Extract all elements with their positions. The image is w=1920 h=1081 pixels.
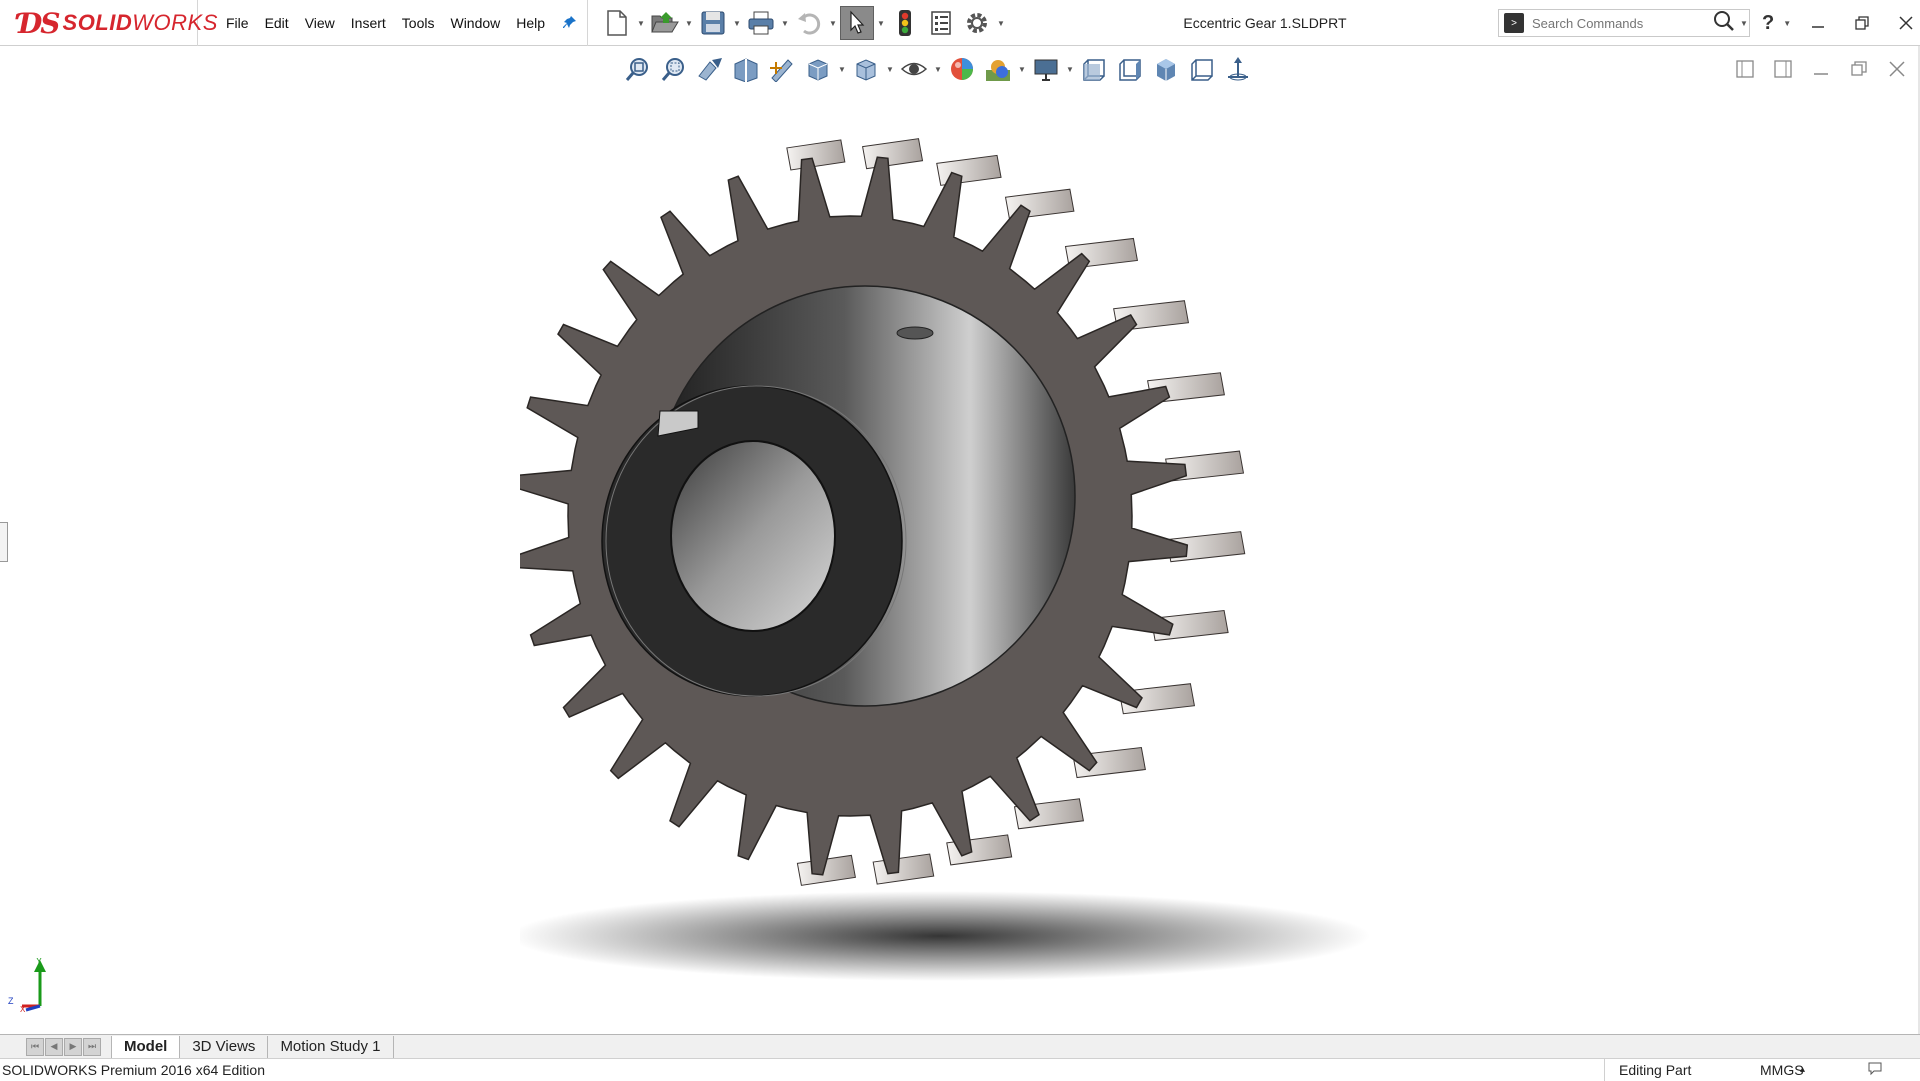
- triad-x-label: X: [20, 1005, 26, 1012]
- restore-document-icon[interactable]: [1846, 56, 1872, 82]
- first-tab-icon[interactable]: ⏮: [26, 1037, 44, 1056]
- normal-to-icon[interactable]: [1186, 53, 1218, 85]
- select-dropdown-icon[interactable]: ▼: [876, 6, 886, 40]
- ds-logo-mark: ƊS: [18, 6, 60, 40]
- rebuild-icon[interactable]: [888, 6, 922, 40]
- save-dropdown-icon[interactable]: ▼: [732, 6, 742, 40]
- previous-tab-icon[interactable]: ◀: [45, 1037, 63, 1056]
- gear-tooth-side: [872, 853, 935, 885]
- minimize-document-icon[interactable]: [1808, 56, 1834, 82]
- triad-z-label: Z: [8, 996, 14, 1006]
- title-bar: ƊS SOLIDWORKS File Edit View Insert Tool…: [0, 0, 1920, 46]
- options-dropdown-icon[interactable]: ▼: [996, 6, 1006, 40]
- editing-mode: Editing Part: [1604, 1058, 1720, 1081]
- right-view-icon[interactable]: [1114, 53, 1146, 85]
- new-dropdown-icon[interactable]: ▼: [636, 6, 646, 40]
- dynamic-annotation-icon[interactable]: [766, 53, 798, 85]
- apply-scene-icon[interactable]: [982, 53, 1014, 85]
- menu-insert[interactable]: Insert: [343, 11, 394, 35]
- view-orientation-dropdown-icon[interactable]: ▼: [838, 65, 846, 74]
- hide-show-dropdown-icon[interactable]: ▼: [934, 65, 942, 74]
- command-prompt-icon: >: [1504, 13, 1524, 33]
- gear-tooth-side: [786, 139, 846, 171]
- undo-icon[interactable]: [792, 6, 826, 40]
- close-window-icon[interactable]: [1888, 0, 1920, 46]
- units-menu-arrow-icon[interactable]: ▴: [1800, 1064, 1805, 1075]
- menu-tools[interactable]: Tools: [394, 11, 443, 35]
- gear-model[interactable]: [520, 106, 1420, 1034]
- zoom-to-area-icon[interactable]: [658, 53, 690, 85]
- status-bar: SOLIDWORKS Premium 2016 x64 Edition Edit…: [0, 1058, 1920, 1081]
- standard-toolbar: ▼ ▼ ▼ ▼ ▼ ▼ ▼: [600, 4, 1006, 42]
- save-icon[interactable]: [696, 6, 730, 40]
- close-document-icon[interactable]: [1884, 56, 1910, 82]
- gear-tooth-side: [862, 138, 924, 170]
- menu-window[interactable]: Window: [442, 11, 508, 35]
- heads-up-view-toolbar: ▼ ▼ ▼ ▼ ▼: [622, 52, 1254, 86]
- gear-tooth-side: [936, 154, 1002, 186]
- front-view-icon[interactable]: [1078, 53, 1110, 85]
- coordinate-triad: Y Z X: [6, 956, 56, 1017]
- help-dropdown-icon[interactable]: ▼: [1782, 6, 1792, 40]
- view-settings-dropdown-icon[interactable]: ▼: [1066, 65, 1074, 74]
- next-tab-icon[interactable]: ▶: [64, 1037, 82, 1056]
- zoom-to-fit-icon[interactable]: [622, 53, 654, 85]
- select-icon[interactable]: [840, 6, 874, 40]
- tab-motion-study[interactable]: Motion Study 1: [268, 1035, 394, 1058]
- help-icon[interactable]: ?: [1762, 12, 1774, 35]
- menu-file[interactable]: File: [218, 11, 257, 35]
- print-icon[interactable]: [744, 6, 778, 40]
- view-settings-icon[interactable]: [1030, 53, 1062, 85]
- search-input[interactable]: [1532, 15, 1702, 31]
- menu-edit[interactable]: Edit: [257, 11, 297, 35]
- hide-show-icon[interactable]: [898, 53, 930, 85]
- previous-view-icon[interactable]: [694, 53, 726, 85]
- search-icon[interactable]: [1713, 10, 1735, 37]
- menu-help[interactable]: Help: [508, 11, 553, 35]
- tab-3d-views[interactable]: 3D Views: [180, 1035, 269, 1058]
- section-view-icon[interactable]: [730, 53, 762, 85]
- options-icon[interactable]: [960, 6, 994, 40]
- print-dropdown-icon[interactable]: ▼: [780, 6, 790, 40]
- search-commands-box[interactable]: > ▼: [1498, 9, 1750, 37]
- ground-shadow: [520, 891, 1370, 981]
- last-tab-icon[interactable]: ⏭: [83, 1037, 101, 1056]
- split-right-icon[interactable]: [1770, 56, 1796, 82]
- tab-navigation: ⏮ ◀ ▶ ⏭: [26, 1037, 101, 1056]
- open-dropdown-icon[interactable]: ▼: [684, 6, 694, 40]
- search-dropdown-icon[interactable]: ▼: [1739, 6, 1749, 40]
- solidworks-logo[interactable]: ƊS SOLIDWORKS: [0, 0, 217, 46]
- restore-window-icon[interactable]: [1844, 0, 1880, 46]
- window-controls: ? ▼: [1762, 0, 1920, 46]
- brand-bold: SOLID: [62, 10, 133, 35]
- menu-bar: File Edit View Insert Tools Window Help: [198, 0, 588, 46]
- triad-y-label: Y: [36, 958, 42, 966]
- feature-manager-toggle[interactable]: [0, 522, 8, 562]
- isometric-view-icon[interactable]: [1150, 53, 1182, 85]
- apply-scene-dropdown-icon[interactable]: ▼: [1018, 65, 1026, 74]
- tab-model[interactable]: Model: [111, 1035, 181, 1058]
- viewport-controls: [1732, 56, 1910, 82]
- pin-menu-icon[interactable]: [563, 15, 577, 32]
- view-orientation-icon[interactable]: [802, 53, 834, 85]
- open-icon[interactable]: [648, 6, 682, 40]
- brand-name: SOLIDWORKS: [63, 10, 218, 36]
- units-system[interactable]: MMGS: [1720, 1059, 1830, 1081]
- model-tabs-bar: ⏮ ◀ ▶ ⏭ Model 3D Views Motion Study 1: [0, 1034, 1920, 1058]
- rotate-icon[interactable]: [1222, 53, 1254, 85]
- split-left-icon[interactable]: [1732, 56, 1758, 82]
- new-document-icon[interactable]: [600, 6, 634, 40]
- display-style-icon[interactable]: [850, 53, 882, 85]
- status-right-cells: Editing Part MMGS ▴: [1604, 1058, 1883, 1081]
- document-title: Eccentric Gear 1.SLDPRT: [1183, 15, 1347, 31]
- display-style-dropdown-icon[interactable]: ▼: [886, 65, 894, 74]
- graphics-area[interactable]: Y Z X: [0, 46, 1918, 1034]
- menu-view[interactable]: View: [297, 11, 343, 35]
- edit-appearance-icon[interactable]: [946, 53, 978, 85]
- edition-text: SOLIDWORKS Premium 2016 x64 Edition: [2, 1061, 265, 1078]
- chat-icon[interactable]: [1867, 1060, 1883, 1079]
- undo-dropdown-icon[interactable]: ▼: [828, 6, 838, 40]
- minimize-window-icon[interactable]: [1800, 0, 1836, 46]
- file-properties-icon[interactable]: [924, 6, 958, 40]
